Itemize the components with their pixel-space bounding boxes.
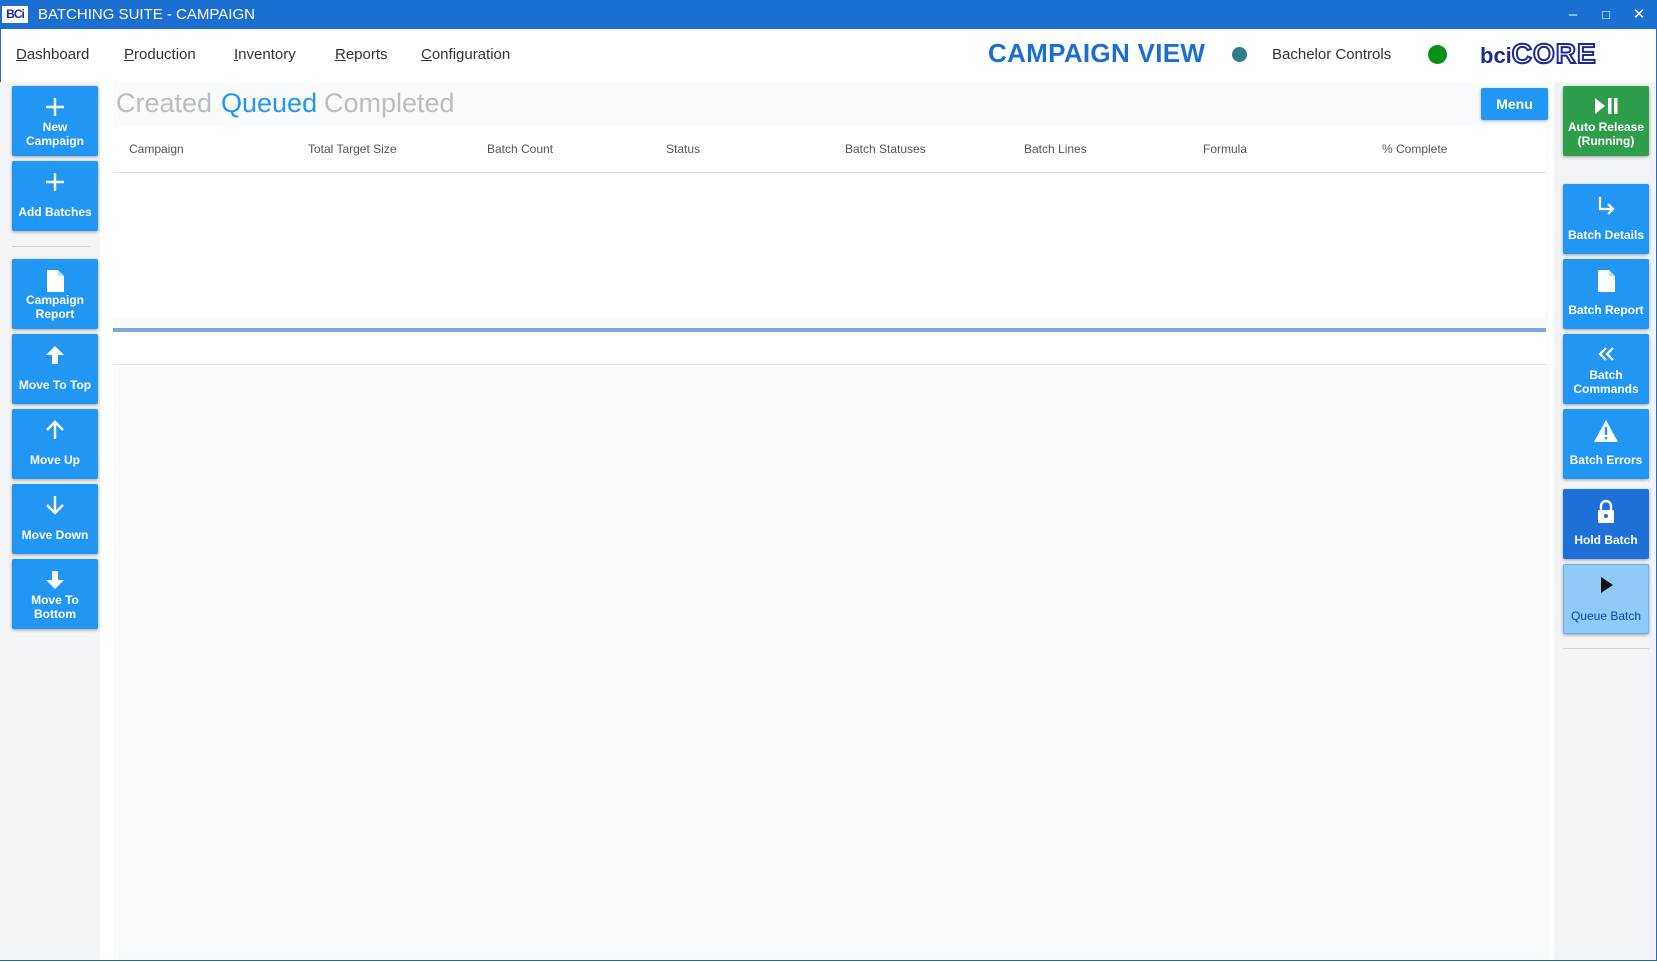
- arrow-up-bold-icon: [12, 344, 98, 368]
- connection-status-indicator: [1232, 47, 1247, 62]
- menu-dashboard-label: ashboard: [26, 46, 90, 63]
- auto-release-button[interactable]: Auto Release (Running): [1563, 86, 1649, 156]
- left-sidebar-divider: [12, 246, 90, 247]
- column-header-campaign[interactable]: Campaign: [129, 142, 184, 156]
- batch-errors-button[interactable]: Batch Errors: [1563, 409, 1649, 479]
- batch-errors-label: Batch Errors: [1569, 453, 1643, 467]
- move-to-bottom-button[interactable]: Move To Bottom: [12, 559, 98, 629]
- move-down-label: Move Down: [21, 528, 89, 542]
- column-header-percent-complete[interactable]: % Complete: [1382, 142, 1447, 156]
- tab-completed[interactable]: Completed: [324, 88, 455, 119]
- document-icon: [1563, 269, 1649, 293]
- brand-prefix: bci: [1480, 43, 1512, 68]
- window-title: BATCHING SUITE - CAMPAIGN: [38, 6, 255, 23]
- move-down-button[interactable]: Move Down: [12, 484, 98, 554]
- move-to-bottom-label: Move To Bottom: [31, 593, 79, 621]
- menu-production[interactable]: Production: [124, 46, 196, 63]
- maximize-button[interactable]: □: [1589, 0, 1623, 29]
- arrow-down-bold-icon: [12, 569, 98, 593]
- double-chevron-left-icon: [1563, 344, 1649, 368]
- column-header-status[interactable]: Status: [666, 142, 700, 156]
- batch-details-label: Batch Details: [1567, 228, 1645, 242]
- move-up-label: Move Up: [29, 453, 80, 467]
- new-campaign-label: New Campaign: [25, 120, 84, 148]
- tab-queued[interactable]: Queued: [221, 88, 317, 119]
- online-status-indicator: [1428, 45, 1447, 64]
- close-button[interactable]: ✕: [1622, 0, 1656, 29]
- batch-details-button[interactable]: Batch Details: [1563, 184, 1649, 254]
- return-arrow-icon: [1563, 194, 1649, 218]
- right-sidebar-divider: [1563, 648, 1649, 649]
- window-titlebar: BCi BATCHING SUITE - CAMPAIGN – □ ✕: [0, 0, 1657, 29]
- menu-button[interactable]: Menu: [1481, 88, 1548, 120]
- menu-configuration[interactable]: Configuration: [421, 46, 510, 63]
- column-header-batch-statuses[interactable]: Batch Statuses: [845, 142, 926, 156]
- menu-configuration-label: onfiguration: [431, 46, 511, 63]
- hold-batch-label: Hold Batch: [1574, 533, 1638, 547]
- batch-report-button[interactable]: Batch Report: [1563, 259, 1649, 329]
- plus-icon: [12, 96, 98, 120]
- batch-commands-label: Batch Commands: [1573, 368, 1639, 396]
- minimize-button[interactable]: –: [1556, 0, 1590, 29]
- move-to-top-label: Move To Top: [18, 378, 92, 392]
- batch-pane-divider: [113, 364, 1546, 365]
- queue-batch-label: Queue Batch: [1570, 609, 1642, 623]
- page-title: CAMPAIGN VIEW: [988, 38, 1206, 68]
- column-header-batch-lines[interactable]: Batch Lines: [1024, 142, 1087, 156]
- new-campaign-button[interactable]: New Campaign: [12, 86, 98, 156]
- plus-icon: [12, 171, 98, 195]
- document-icon: [12, 269, 98, 293]
- campaign-report-button[interactable]: Campaign Report: [12, 259, 98, 329]
- lock-icon: [1563, 499, 1649, 523]
- menu-inventory-label: nventory: [238, 46, 296, 63]
- menu-reports[interactable]: Reports: [335, 46, 388, 63]
- company-name: Bachelor Controls: [1272, 46, 1392, 63]
- auto-release-label: Auto Release (Running): [1567, 120, 1645, 148]
- batch-report-label: Batch Report: [1568, 303, 1644, 317]
- menu-production-label: roduction: [134, 46, 196, 63]
- menu-reports-label: eports: [345, 46, 388, 63]
- menu-dashboard-accesskey: D: [16, 46, 27, 63]
- move-to-top-button[interactable]: Move To Top: [12, 334, 98, 404]
- warning-icon: [1563, 419, 1649, 443]
- arrow-up-icon: [12, 419, 98, 443]
- add-batches-label: Add Batches: [18, 205, 92, 219]
- tab-created[interactable]: Created: [116, 88, 212, 119]
- play-icon: [1564, 575, 1648, 599]
- column-header-formula[interactable]: Formula: [1203, 142, 1247, 156]
- menu-production-accesskey: P: [124, 46, 135, 63]
- app-logo: BCi: [2, 6, 28, 23]
- queue-batch-button[interactable]: Queue Batch: [1563, 564, 1649, 634]
- play-pause-icon: [1563, 96, 1649, 120]
- arrow-down-icon: [12, 494, 98, 518]
- menu-inventory[interactable]: Inventory: [234, 46, 296, 63]
- table-header-divider: [113, 172, 1546, 173]
- batch-detail-pane: [113, 332, 1546, 364]
- hold-batch-button[interactable]: Hold Batch: [1563, 489, 1649, 559]
- menu-reports-accesskey: R: [335, 46, 346, 63]
- move-up-button[interactable]: Move Up: [12, 409, 98, 479]
- add-batches-button[interactable]: Add Batches: [12, 161, 98, 231]
- campaign-report-label: Campaign Report: [25, 293, 84, 321]
- column-header-total-target-size[interactable]: Total Target Size: [308, 142, 397, 156]
- menu-configuration-accesskey: C: [421, 46, 432, 63]
- menu-dashboard[interactable]: Dashboard: [16, 46, 89, 63]
- column-header-batch-count[interactable]: Batch Count: [487, 142, 553, 156]
- brand-name: CORE: [1511, 37, 1597, 70]
- brand-logo: bciCORE: [1480, 37, 1597, 70]
- batch-commands-button[interactable]: Batch Commands: [1563, 334, 1649, 404]
